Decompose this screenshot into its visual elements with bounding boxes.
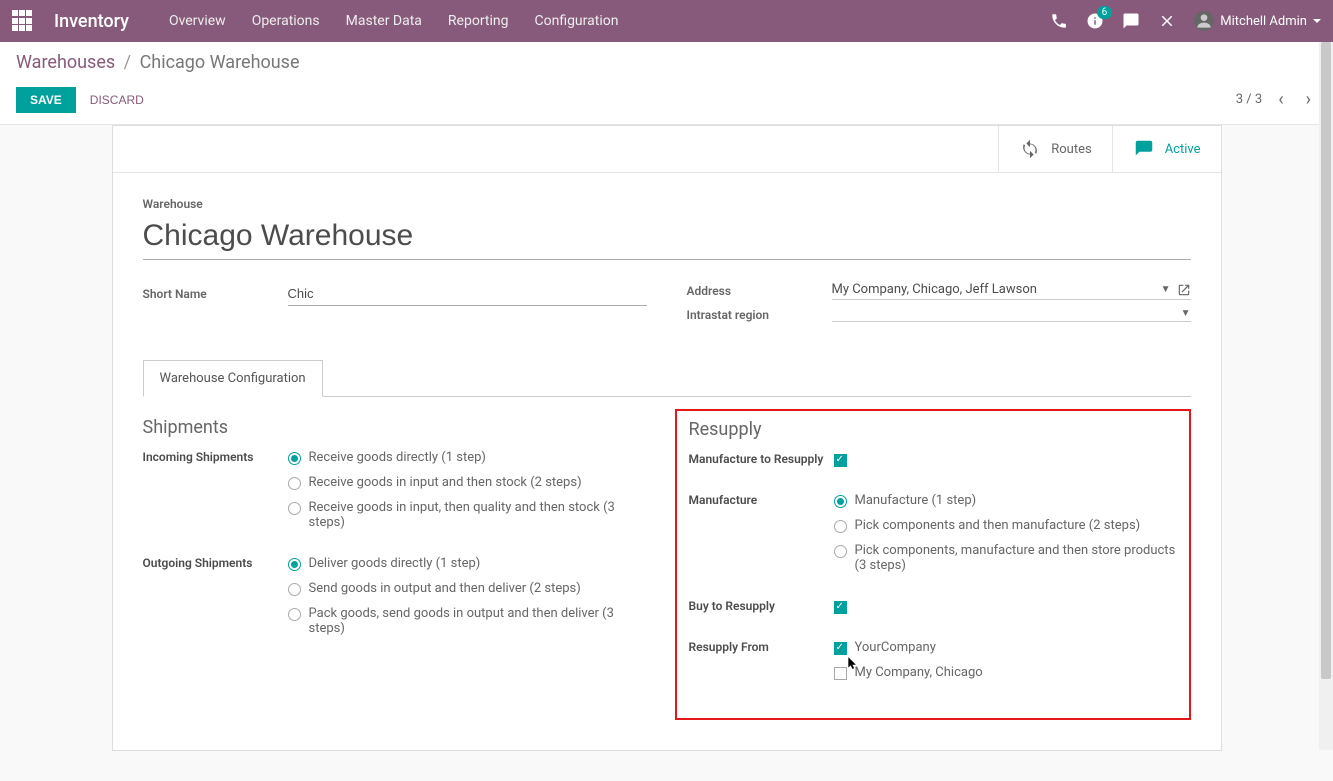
radio-icon[interactable] [288, 558, 301, 571]
warehouse-name-label: Warehouse [143, 197, 1191, 211]
incoming-label: Incoming Shipments [143, 450, 288, 540]
outgoing-option-label: Pack goods, send goods in output and the… [309, 606, 647, 636]
menu-operations[interactable]: Operations [252, 13, 320, 29]
stat-active[interactable]: Active [1112, 126, 1221, 172]
stat-active-label: Active [1165, 142, 1201, 157]
menu-reporting[interactable]: Reporting [448, 13, 509, 29]
discard-button[interactable]: DISCARD [90, 93, 144, 107]
buy-to-resupply-label: Buy to Resupply [689, 599, 834, 624]
radio-icon[interactable] [288, 477, 301, 490]
chat-icon[interactable] [1122, 12, 1140, 30]
manufacture-label: Manufacture [689, 493, 834, 583]
address-label: Address [687, 284, 832, 298]
stat-routes-label: Routes [1051, 142, 1091, 157]
phone-icon[interactable] [1050, 12, 1068, 30]
pager-text: 3 / 3 [1236, 92, 1262, 107]
shipments-title: Shipments [143, 417, 647, 438]
pager-prev[interactable]: ‹ [1272, 85, 1289, 114]
outgoing-option-label: Deliver goods directly (1 step) [309, 556, 481, 571]
chevron-down-icon[interactable]: ▼ [1181, 308, 1191, 319]
incoming-option[interactable]: Receive goods in input, then quality and… [288, 500, 647, 530]
form-sheet: Routes Active Warehouse Short Name [112, 125, 1222, 751]
pager-next[interactable]: › [1300, 85, 1317, 114]
menu-configuration[interactable]: Configuration [534, 13, 618, 29]
activity-badge: 6 [1097, 6, 1113, 19]
outgoing-option[interactable]: Deliver goods directly (1 step) [288, 556, 647, 571]
incoming-option[interactable]: Receive goods in input and then stock (2… [288, 475, 647, 490]
menu-master-data[interactable]: Master Data [346, 13, 422, 29]
avatar [1194, 11, 1214, 31]
outgoing-option[interactable]: Send goods in output and then deliver (2… [288, 581, 647, 596]
address-value: My Company, Chicago, Jeff Lawson [832, 282, 1155, 297]
radio-icon[interactable] [834, 545, 847, 558]
chevron-down-icon [1313, 19, 1321, 23]
manufacture-option-label: Pick components and then manufacture (2 … [855, 518, 1141, 533]
radio-icon[interactable] [288, 452, 301, 465]
intrastat-field[interactable]: ▼ [832, 308, 1191, 322]
radio-icon[interactable] [288, 502, 301, 515]
menu-overview[interactable]: Overview [169, 13, 226, 29]
manufacture-option[interactable]: Manufacture (1 step) [834, 493, 1177, 508]
incoming-option-label: Receive goods in input, then quality and… [309, 500, 647, 530]
app-brand[interactable]: Inventory [54, 11, 129, 32]
short-name-label: Short Name [143, 287, 288, 301]
intrastat-label: Intrastat region [687, 308, 832, 322]
stat-routes[interactable]: Routes [998, 126, 1111, 172]
resupply-from-item[interactable]: My Company, Chicago [834, 665, 1177, 680]
control-panel: Warehouses / Chicago Warehouse SAVE DISC… [0, 42, 1333, 125]
apps-icon[interactable] [12, 10, 34, 32]
save-button[interactable]: SAVE [16, 87, 76, 113]
buy-to-resupply-checkbox[interactable] [834, 601, 847, 614]
breadcrumb: Warehouses / Chicago Warehouse [16, 52, 1317, 73]
outgoing-option-label: Send goods in output and then deliver (2… [309, 581, 581, 596]
mfg-to-resupply-label: Manufacture to Resupply [689, 452, 834, 477]
chevron-down-icon[interactable]: ▼ [1161, 284, 1171, 295]
radio-icon[interactable] [288, 583, 301, 596]
checkbox-icon[interactable] [834, 667, 847, 680]
main-menu: Overview Operations Master Data Reportin… [169, 13, 619, 29]
outgoing-label: Outgoing Shipments [143, 556, 288, 646]
external-link-icon[interactable] [1177, 283, 1191, 297]
radio-icon[interactable] [288, 608, 301, 621]
manufacture-option[interactable]: Pick components and then manufacture (2 … [834, 518, 1177, 533]
activity-icon[interactable]: 6 [1086, 12, 1104, 30]
tab-warehouse-configuration[interactable]: Warehouse Configuration [143, 360, 323, 397]
manufacture-option[interactable]: Pick components, manufacture and then st… [834, 543, 1177, 573]
radio-icon[interactable] [834, 520, 847, 533]
resupply-title: Resupply [689, 419, 1177, 440]
top-navbar: Inventory Overview Operations Master Dat… [0, 0, 1333, 42]
scrollbar[interactable] [1319, 42, 1333, 750]
resupply-from-item[interactable]: YourCompany [834, 640, 1177, 655]
section-shipments: Shipments Incoming Shipments Receive goo… [143, 417, 647, 720]
user-menu[interactable]: Mitchell Admin [1194, 11, 1321, 31]
address-field[interactable]: My Company, Chicago, Jeff Lawson ▼ [832, 282, 1191, 300]
scrollbar-thumb[interactable] [1321, 42, 1331, 679]
resupply-from-item-label: My Company, Chicago [855, 665, 983, 680]
breadcrumb-root[interactable]: Warehouses [16, 52, 115, 73]
outgoing-option[interactable]: Pack goods, send goods in output and the… [288, 606, 647, 636]
short-name-input[interactable] [288, 282, 647, 306]
incoming-option-label: Receive goods in input and then stock (2… [309, 475, 582, 490]
breadcrumb-current: Chicago Warehouse [140, 52, 300, 73]
warehouse-name-input[interactable] [143, 217, 1191, 260]
pager: 3 / 3 ‹ › [1236, 85, 1317, 114]
mfg-to-resupply-checkbox[interactable] [834, 454, 847, 467]
incoming-option-label: Receive goods directly (1 step) [309, 450, 486, 465]
highlight-annotation: Resupply Manufacture to Resupply Manufac… [675, 409, 1191, 720]
close-icon[interactable] [1158, 12, 1176, 30]
resupply-from-label: Resupply From [689, 640, 834, 690]
user-name: Mitchell Admin [1220, 14, 1307, 29]
incoming-option[interactable]: Receive goods directly (1 step) [288, 450, 647, 465]
manufacture-option-label: Manufacture (1 step) [855, 493, 977, 508]
resupply-from-item-label: YourCompany [855, 640, 936, 655]
radio-icon[interactable] [834, 495, 847, 508]
section-resupply: Resupply Manufacture to Resupply Manufac… [687, 417, 1191, 720]
manufacture-option-label: Pick components, manufacture and then st… [855, 543, 1177, 573]
checkbox-icon[interactable] [834, 642, 847, 655]
